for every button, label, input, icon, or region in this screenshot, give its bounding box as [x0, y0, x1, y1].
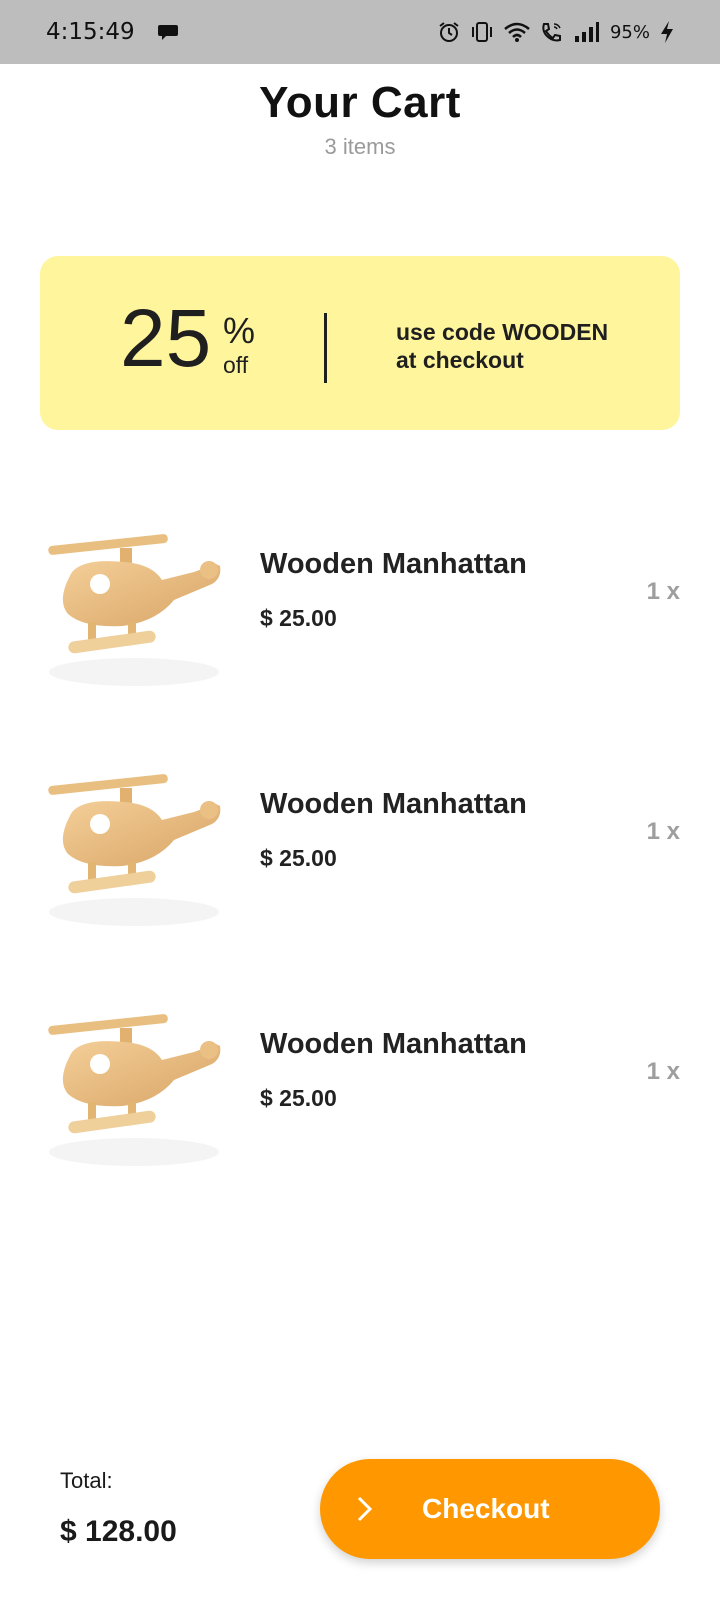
promo-percent-sign: %: [223, 310, 256, 351]
wifi-call-icon: [542, 23, 561, 42]
promo-code-text: use code WOODEN at checkout: [396, 318, 656, 374]
promo-code-line: use code WOODEN: [396, 319, 609, 345]
item-count: 3 items: [324, 134, 396, 159]
wooden-helicopter-image: [48, 774, 221, 926]
vibrate-icon: [471, 22, 492, 42]
cart-item[interactable]: Wooden Manhattan $ 25.00 1 x: [0, 740, 720, 980]
status-icons: 95%: [438, 20, 674, 44]
item-name: Wooden Manhattan: [260, 1028, 527, 1060]
item-price: $ 25.00: [260, 1085, 337, 1111]
alarm-icon: [439, 22, 459, 42]
item-quantity[interactable]: 1 x: [647, 818, 680, 846]
checkout-button[interactable]: Checkout: [320, 1459, 660, 1559]
wooden-helicopter-image: [48, 534, 221, 686]
item-name: Wooden Manhattan: [260, 548, 527, 580]
battery-percentage: 95%: [609, 21, 650, 43]
status-time: 4:15:49: [46, 19, 135, 45]
promo-checkout-line: at checkout: [396, 347, 524, 373]
cart-list: Wooden Manhattan $ 25.00 1 x Wooden Manh…: [0, 500, 720, 1220]
item-price: $ 25.00: [260, 845, 337, 871]
item-name: Wooden Manhattan: [260, 788, 527, 820]
promo-banner: 25 % off use code WOODEN at checkout: [40, 256, 680, 430]
total-value: $ 128.00: [60, 1515, 177, 1548]
cart-item[interactable]: Wooden Manhattan $ 25.00 1 x: [0, 980, 720, 1220]
wifi-icon: [504, 22, 530, 42]
status-bar: 4:15:49 95%: [0, 0, 720, 64]
checkout-label: Checkout: [422, 1493, 550, 1524]
signal-icon: [574, 22, 599, 42]
item-quantity[interactable]: 1 x: [647, 1058, 680, 1086]
promo-divider: [324, 313, 327, 383]
cart-item[interactable]: Wooden Manhattan $ 25.00 1 x: [0, 500, 720, 740]
chevron-right-icon: [357, 1496, 373, 1522]
cart-screen: 4:15:49 95% Your Cart 3 items 25 % off u…: [0, 0, 720, 1600]
total-label: Total:: [60, 1468, 113, 1493]
promo-off-label: off: [223, 352, 249, 378]
item-price: $ 25.00: [260, 605, 337, 631]
promo-percent: 25: [120, 293, 212, 384]
cart-header: Your Cart 3 items: [0, 78, 720, 160]
charging-icon: [661, 21, 673, 43]
page-title: Your Cart: [259, 78, 461, 127]
wooden-helicopter-image: [48, 1014, 221, 1166]
item-quantity[interactable]: 1 x: [647, 578, 680, 606]
chat-bubble-icon: [157, 25, 178, 40]
